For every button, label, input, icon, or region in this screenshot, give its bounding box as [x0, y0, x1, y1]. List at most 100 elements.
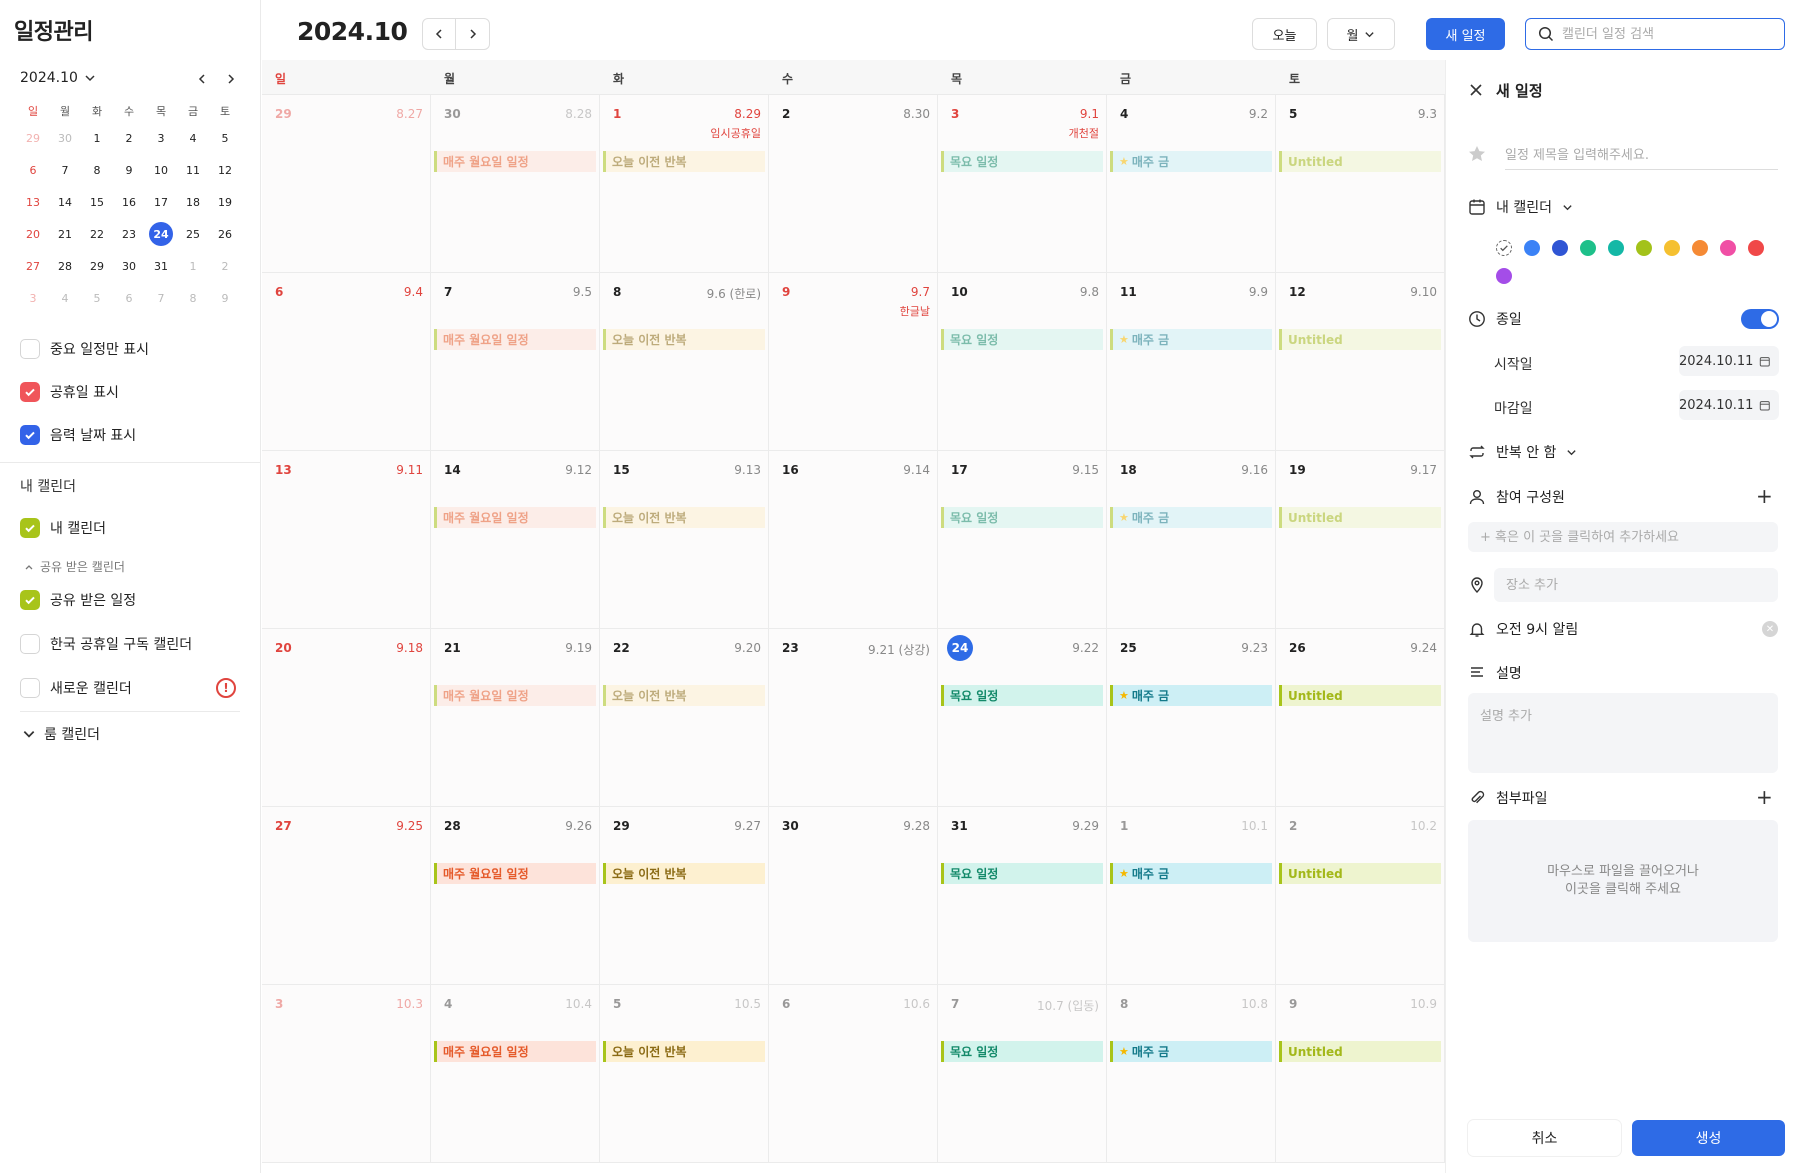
mini-day[interactable]: 6: [113, 282, 145, 314]
day-cell[interactable]: 7 9.5 매주 월요일 일정: [431, 273, 600, 451]
alarm-row[interactable]: 오전 9시 알림: [1468, 619, 1578, 639]
sidebar-option[interactable]: 중요 일정만 표시: [20, 339, 149, 359]
event-chip[interactable]: 매주 월요일 일정: [434, 329, 596, 350]
event-chip[interactable]: ★ 매주 금: [1110, 863, 1272, 884]
event-chip[interactable]: Untitled: [1279, 329, 1441, 350]
day-cell[interactable]: 5 10.5 오늘 이전 반복: [600, 985, 769, 1163]
day-cell[interactable]: 31 9.29 목요 일정: [938, 807, 1107, 985]
day-cell[interactable]: 8 9.6 (한로) 오늘 이전 반복: [600, 273, 769, 451]
mini-day[interactable]: 29: [17, 122, 49, 154]
day-cell[interactable]: 14 9.12 매주 월요일 일정: [431, 451, 600, 629]
day-cell[interactable]: 19 9.17 Untitled: [1276, 451, 1445, 629]
event-chip[interactable]: Untitled: [1279, 1041, 1441, 1062]
today-button[interactable]: 오늘: [1252, 18, 1317, 50]
day-cell[interactable]: 1 8.29 임시공휴일 오늘 이전 반복: [600, 95, 769, 273]
mini-day[interactable]: 30: [49, 122, 81, 154]
event-chip[interactable]: Untitled: [1279, 863, 1441, 884]
day-cell[interactable]: 3 10.3: [262, 985, 431, 1163]
event-chip[interactable]: 오늘 이전 반복: [603, 329, 765, 350]
mini-day[interactable]: 11: [177, 154, 209, 186]
view-mode-dropdown[interactable]: 월: [1327, 18, 1395, 50]
room-calendars-toggle[interactable]: 룸 캘린더: [22, 724, 100, 744]
event-chip[interactable]: 목요 일정: [941, 685, 1103, 706]
event-chip[interactable]: ★ 매주 금: [1110, 685, 1272, 706]
mini-day[interactable]: 31: [145, 250, 177, 282]
sidebar-option[interactable]: 공휴일 표시: [20, 382, 119, 402]
day-cell[interactable]: 9 10.9 Untitled: [1276, 985, 1445, 1163]
day-cell[interactable]: 11 9.9 ★ 매주 금: [1107, 273, 1276, 451]
mini-day[interactable]: 20: [17, 218, 49, 250]
repeat-select[interactable]: 반복 안 함: [1468, 442, 1577, 462]
mini-day[interactable]: 5: [209, 122, 241, 154]
description-input[interactable]: [1468, 693, 1778, 773]
color-swatch[interactable]: [1748, 240, 1764, 256]
event-chip[interactable]: Untitled: [1279, 507, 1441, 528]
mini-prev-button[interactable]: [191, 68, 213, 90]
checkbox[interactable]: [20, 518, 40, 538]
color-swatch[interactable]: [1524, 240, 1540, 256]
sidebar-shared-item[interactable]: 새로운 캘린더: [20, 678, 132, 698]
sidebar-option[interactable]: 음력 날짜 표시: [20, 425, 136, 445]
mini-day[interactable]: 26: [209, 218, 241, 250]
mini-day[interactable]: 9: [209, 282, 241, 314]
day-cell[interactable]: 30 8.28 매주 월요일 일정: [431, 95, 600, 273]
day-cell[interactable]: 5 9.3 Untitled: [1276, 95, 1445, 273]
color-swatch[interactable]: [1636, 240, 1652, 256]
day-cell[interactable]: 25 9.23 ★ 매주 금: [1107, 629, 1276, 807]
color-swatch[interactable]: [1580, 240, 1596, 256]
day-cell[interactable]: 15 9.13 오늘 이전 반복: [600, 451, 769, 629]
mini-day[interactable]: 1: [177, 250, 209, 282]
mini-day[interactable]: 12: [209, 154, 241, 186]
mini-day[interactable]: 8: [177, 282, 209, 314]
mini-day[interactable]: 29: [81, 250, 113, 282]
day-cell[interactable]: 13 9.11: [262, 451, 431, 629]
mini-day[interactable]: 10: [145, 154, 177, 186]
mini-day[interactable]: 2: [209, 250, 241, 282]
day-cell[interactable]: 8 10.8 ★ 매주 금: [1107, 985, 1276, 1163]
day-cell[interactable]: 4 10.4 매주 월요일 일정: [431, 985, 600, 1163]
day-cell[interactable]: 30 9.28: [769, 807, 938, 985]
new-event-button[interactable]: 새 일정: [1426, 18, 1505, 50]
mini-day[interactable]: 5: [81, 282, 113, 314]
mini-day[interactable]: 7: [145, 282, 177, 314]
event-chip[interactable]: 매주 월요일 일정: [434, 151, 596, 172]
day-cell[interactable]: 6 10.6: [769, 985, 938, 1163]
mini-day[interactable]: 23: [113, 218, 145, 250]
day-cell[interactable]: 12 9.10 Untitled: [1276, 273, 1445, 451]
sidebar-shared-item[interactable]: 공유 받은 일정: [20, 590, 136, 610]
day-cell[interactable]: 17 9.15 목요 일정: [938, 451, 1107, 629]
mini-day[interactable]: 4: [49, 282, 81, 314]
prev-month-button[interactable]: [422, 18, 456, 50]
mini-day[interactable]: 3: [145, 122, 177, 154]
day-cell[interactable]: 2 8.30: [769, 95, 938, 273]
mini-day[interactable]: 28: [49, 250, 81, 282]
day-cell[interactable]: 16 9.14: [769, 451, 938, 629]
shared-calendars-toggle[interactable]: 공유 받은 캘린더: [24, 558, 125, 575]
add-member-button[interactable]: +: [1756, 484, 1773, 508]
checkbox[interactable]: [20, 382, 40, 402]
mini-day[interactable]: 1: [81, 122, 113, 154]
day-cell[interactable]: 27 9.25: [262, 807, 431, 985]
mini-day[interactable]: 4: [177, 122, 209, 154]
mini-day[interactable]: 9: [113, 154, 145, 186]
mini-day[interactable]: 25: [177, 218, 209, 250]
event-chip[interactable]: ★ 매주 금: [1110, 329, 1272, 350]
event-chip[interactable]: ★ 매주 금: [1110, 151, 1272, 172]
checkbox[interactable]: [20, 339, 40, 359]
mini-day[interactable]: 2: [113, 122, 145, 154]
sidebar-calendar-item[interactable]: 내 캘린더: [20, 518, 106, 538]
day-cell[interactable]: 3 9.1 개천절 목요 일정: [938, 95, 1107, 273]
day-cell[interactable]: 2 10.2 Untitled: [1276, 807, 1445, 985]
day-cell[interactable]: 6 9.4: [262, 273, 431, 451]
day-cell[interactable]: 18 9.16 ★ 매주 금: [1107, 451, 1276, 629]
event-chip[interactable]: 매주 월요일 일정: [434, 863, 596, 884]
event-chip[interactable]: 목요 일정: [941, 1041, 1103, 1062]
star-icon[interactable]: [1467, 144, 1487, 164]
sidebar-shared-item[interactable]: 한국 공휴일 구독 캘린더: [20, 634, 192, 654]
warning-icon[interactable]: !: [216, 678, 236, 698]
cancel-button[interactable]: 취소: [1468, 1120, 1621, 1156]
event-chip[interactable]: 매주 월요일 일정: [434, 685, 596, 706]
event-chip[interactable]: 목요 일정: [941, 507, 1103, 528]
checkbox[interactable]: [20, 590, 40, 610]
color-swatch[interactable]: [1552, 240, 1568, 256]
